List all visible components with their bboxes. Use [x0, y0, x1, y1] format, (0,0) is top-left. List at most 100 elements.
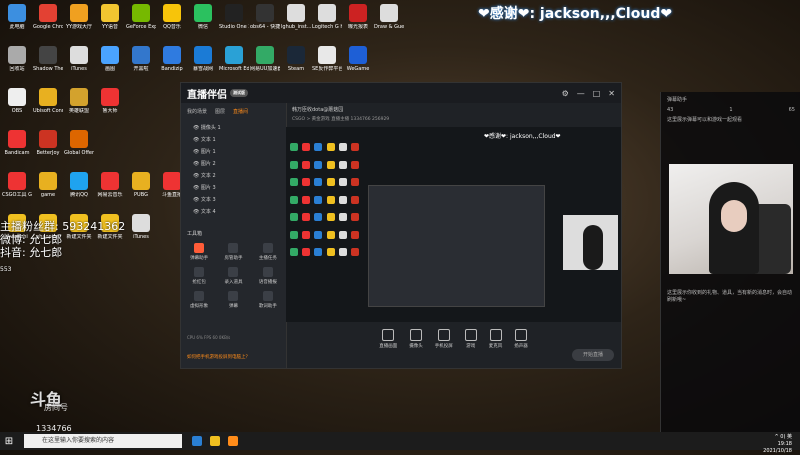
- desktop-shortcut[interactable]: Draw & Guess: [374, 4, 404, 30]
- desktop-shortcut[interactable]: 暴雪战网: [188, 46, 218, 72]
- source-button[interactable]: 扬声器: [514, 329, 528, 349]
- sidebar-tab[interactable]: 图层: [215, 108, 225, 115]
- desktop-shortcut[interactable]: lghub_inst...: [281, 4, 311, 30]
- desktop-shortcut[interactable]: GeForce Experience: [126, 4, 156, 30]
- desktop-shortcut[interactable]: obs64 - 快捷方式: [250, 4, 280, 30]
- desktop-shortcut[interactable]: 画图: [95, 46, 125, 72]
- source-label: 手机投屏: [434, 344, 453, 349]
- desktop-shortcut[interactable]: game: [33, 172, 63, 198]
- scene-item[interactable]: 👁 文本 4: [181, 204, 286, 216]
- desktop-shortcut[interactable]: Microsoft Edge: [219, 46, 249, 72]
- clock-date: 2021/10/18: [763, 448, 792, 454]
- stream-app-icon[interactable]: [228, 436, 238, 446]
- desktop-shortcut[interactable]: 回收站: [2, 46, 32, 72]
- desktop-shortcut[interactable]: Ubisoft Connect: [33, 88, 63, 114]
- preview-icon: [314, 248, 323, 257]
- desktop-shortcut[interactable]: BetterJoy: [33, 130, 63, 156]
- desktop-shortcut[interactable]: 网易UU加速器: [250, 46, 280, 72]
- scene-item[interactable]: 👁 摄像头 1: [181, 120, 286, 132]
- preview-icon: [314, 160, 323, 169]
- room-label: 房间号: [44, 403, 68, 412]
- desktop-shortcut[interactable]: OBS: [2, 88, 32, 114]
- desktop-shortcut[interactable]: 微信: [188, 4, 218, 30]
- app-icon: [194, 46, 212, 64]
- help-link[interactable]: 如何把手机游戏投屏到电脑上？: [187, 354, 250, 360]
- gift-notice: 这里展示你收到的礼物、道具，当有新的消息时，会自动刷新哦~: [667, 290, 793, 303]
- desktop-shortcut[interactable]: 此电脑: [2, 4, 32, 30]
- shortcut-label: SE反作弊平台: [312, 66, 342, 72]
- explorer-icon[interactable]: [210, 436, 220, 446]
- desktop-shortcut[interactable]: 开黑啦: [126, 46, 156, 72]
- tool-item[interactable]: 弹幕: [219, 291, 247, 309]
- stream-preview[interactable]: ❤感谢❤: jackson,,,Cloud❤: [286, 127, 621, 322]
- app-icon: [8, 88, 26, 106]
- tool-item[interactable]: 录入道具: [219, 267, 247, 285]
- shortcut-label: 网易云音乐: [97, 192, 123, 198]
- desktop-shortcut[interactable]: Global Offensive: [64, 130, 94, 156]
- desktop-shortcut[interactable]: YY游戏大厅: [64, 4, 94, 30]
- scene-item[interactable]: 👁 图片 2: [181, 156, 286, 168]
- shortcut-label: 曝光报表: [347, 24, 368, 30]
- source-button[interactable]: 麦克风: [489, 329, 502, 349]
- scene-item[interactable]: 👁 文本 2: [181, 168, 286, 180]
- sidebar-tab[interactable]: 我的场景: [187, 108, 207, 115]
- scene-item[interactable]: 👁 图片 3: [181, 180, 286, 192]
- source-button[interactable]: 摄像头: [409, 329, 423, 349]
- tool-item[interactable]: 语音播报: [254, 267, 282, 285]
- tool-item[interactable]: 虚拟形象: [185, 291, 213, 309]
- desktop-shortcut[interactable]: 网易云音乐: [95, 172, 125, 198]
- edge-icon[interactable]: [192, 436, 202, 446]
- desktop-shortcut[interactable]: YY语音: [95, 4, 125, 30]
- tool-item[interactable]: 抢红包: [185, 267, 213, 285]
- scene-item[interactable]: 👁 文本 3: [181, 192, 286, 204]
- maximize-icon[interactable]: □: [593, 89, 601, 98]
- taskbar-search-input[interactable]: 在这里输入你要搜索的内容: [24, 434, 182, 448]
- desktop-shortcut[interactable]: PUBG: [126, 172, 156, 198]
- go-live-button[interactable]: 开始直播: [572, 349, 614, 361]
- desktop-shortcut[interactable]: Logitech G HUB: [312, 4, 342, 30]
- desktop-shortcut[interactable]: WeGame: [343, 46, 373, 72]
- desktop-shortcut[interactable]: Bandizip: [157, 46, 187, 72]
- minimize-icon[interactable]: —: [577, 89, 585, 98]
- clock-time: 19:18: [777, 441, 792, 447]
- sidebar-tab[interactable]: 直播间: [233, 108, 248, 115]
- desktop-shortcut[interactable]: iTunes: [126, 214, 156, 240]
- stream-companion-window[interactable]: 直播伴侣 测试版 ⚙ — □ ✕ 我的场景 图层 直播间 👁 摄像头 1 👁 文本 1…: [180, 82, 622, 369]
- shortcut-label: iTunes: [133, 234, 149, 240]
- start-button[interactable]: ⊞: [0, 436, 18, 447]
- desktop-shortcut[interactable]: QQ音乐: [157, 4, 187, 30]
- desktop-shortcut[interactable]: 腾讯QQ: [64, 172, 94, 198]
- desktop-shortcut[interactable]: Studio One 3: [219, 4, 249, 30]
- tool-item[interactable]: 主播任务: [254, 243, 282, 261]
- tool-item[interactable]: 歌词助手: [254, 291, 282, 309]
- source-button[interactable]: 手机投屏: [435, 329, 453, 349]
- room-title[interactable]: 韩万臣收dota@蘑菇园: [286, 103, 621, 116]
- app-titlebar[interactable]: 直播伴侣 测试版 ⚙ — □ ✕: [181, 83, 621, 103]
- desktop-shortcut[interactable]: 曝光报表: [343, 4, 373, 30]
- shortcut-label: Studio One 3: [219, 24, 249, 30]
- scene-item[interactable]: 👁 文本 1: [181, 132, 286, 144]
- scene-item[interactable]: 👁 图片 1: [181, 144, 286, 156]
- desktop-shortcut[interactable]: 鲁大师: [95, 88, 125, 114]
- douyin-text: 抖音: 允七郎: [0, 246, 63, 259]
- system-tray[interactable]: ^ 0) 英 19:18 2021/10/18: [763, 434, 792, 455]
- desktop-shortcut[interactable]: CSGO工具 Gamemode: [2, 172, 32, 198]
- taskbar-apps: [192, 436, 238, 446]
- source-button[interactable]: 直播画面: [379, 329, 397, 349]
- desktop-shortcut[interactable]: Shadow The Wine Sour...: [33, 46, 63, 72]
- desktop-shortcut[interactable]: Steam: [281, 46, 311, 72]
- desktop-shortcut[interactable]: Bandicam: [2, 130, 32, 156]
- desktop-shortcut[interactable]: iTunes: [64, 46, 94, 72]
- desktop-shortcut[interactable]: 英雄联盟: [64, 88, 94, 114]
- tool-item[interactable]: 房管助手: [219, 243, 247, 261]
- close-icon[interactable]: ✕: [608, 89, 615, 98]
- app-icon: [70, 88, 88, 106]
- source-button[interactable]: 游戏: [464, 329, 477, 349]
- app-icon: [318, 46, 336, 64]
- tool-item[interactable]: 弹幕助手: [185, 243, 213, 261]
- desktop-shortcut[interactable]: SE反作弊平台: [312, 46, 342, 72]
- shortcut-label: CSGO工具 Gamemode: [2, 192, 32, 198]
- tool-label: 歌词助手: [258, 304, 277, 309]
- settings-icon[interactable]: ⚙: [562, 89, 569, 98]
- desktop-shortcut[interactable]: Google Chrome: [33, 4, 63, 30]
